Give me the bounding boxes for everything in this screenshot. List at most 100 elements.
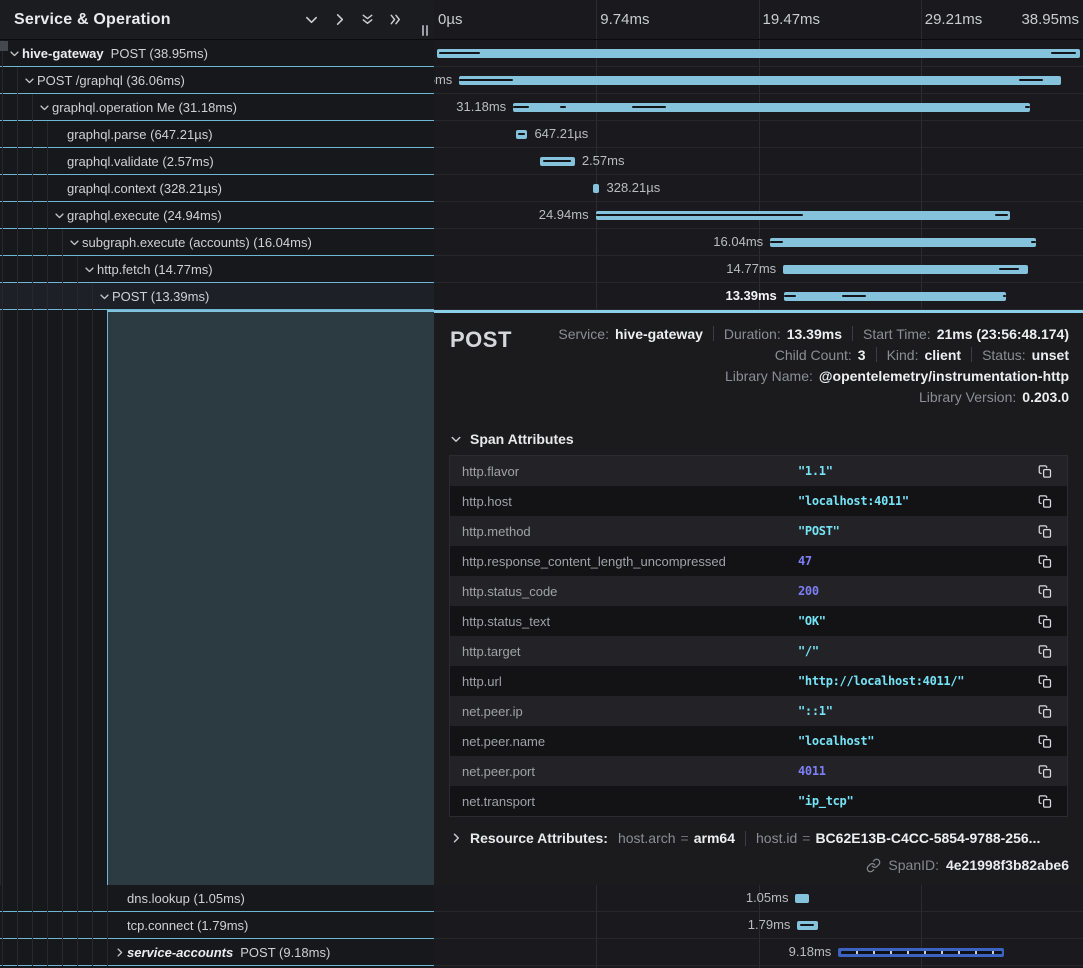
timeline-row[interactable]: 9.18ms xyxy=(434,939,1083,966)
attribute-row: http.target"/" xyxy=(450,636,1067,666)
timeline-row[interactable]: 1.79ms xyxy=(434,912,1083,939)
span-tree-row[interactable]: POST (13.39ms) xyxy=(0,283,434,310)
span-tree-row[interactable]: POST /graphql (36.06ms) xyxy=(0,67,434,94)
link-icon[interactable] xyxy=(866,858,881,873)
scroll-indicator[interactable] xyxy=(0,41,8,51)
collapse-one-button[interactable] xyxy=(300,9,322,31)
expander-down[interactable] xyxy=(36,102,52,113)
copy-value-button[interactable] xyxy=(1035,461,1055,481)
panel-resize-handle[interactable] xyxy=(422,25,428,36)
indent-guides xyxy=(0,202,51,229)
copy-value-button[interactable] xyxy=(1035,551,1055,571)
resource-equals: = xyxy=(681,830,689,846)
copy-value-button[interactable] xyxy=(1035,641,1055,661)
child-span-marker xyxy=(1031,241,1036,243)
span-tree-row[interactable]: graphql.validate (2.57ms) xyxy=(0,148,434,175)
span-duration-bar[interactable] xyxy=(513,103,1030,112)
timeline-row[interactable]: 13.39ms xyxy=(434,283,1083,310)
axis-tick: 19.47ms xyxy=(763,0,821,40)
span-attributes-toggle[interactable]: Span Attributes xyxy=(450,431,1067,447)
attribute-row: http.response_content_length_uncompresse… xyxy=(450,546,1067,576)
attribute-row: http.status_code200 xyxy=(450,576,1067,606)
timeline-row[interactable]: 2.57ms xyxy=(434,148,1083,175)
timeline-row[interactable]: 14.77ms xyxy=(434,256,1083,283)
expander-right[interactable] xyxy=(111,947,127,958)
attribute-key: http.flavor xyxy=(462,464,798,479)
span-duration-bar[interactable] xyxy=(596,211,1010,220)
meta-divider xyxy=(971,347,972,362)
span-tree-row[interactable]: subgraph.execute (accounts) (16.04ms) xyxy=(0,229,434,256)
expand-all-button[interactable] xyxy=(384,9,406,31)
copy-icon xyxy=(1038,554,1053,569)
operation-name: dns.lookup (1.05ms) xyxy=(127,891,245,906)
span-duration-bar[interactable] xyxy=(838,948,1004,957)
operation-name: subgraph.execute (accounts) (16.04ms) xyxy=(82,235,312,250)
copy-icon xyxy=(1038,494,1053,509)
span-duration-bar[interactable] xyxy=(783,265,1028,274)
resource-attributes-row[interactable]: Resource Attributes: host.arch=arm64host… xyxy=(450,830,1067,846)
span-duration-bar[interactable] xyxy=(797,921,817,930)
timeline-row[interactable]: 31.18ms xyxy=(434,94,1083,121)
span-duration-bar[interactable] xyxy=(593,184,599,193)
span-duration-bar[interactable] xyxy=(516,130,528,139)
copy-value-button[interactable] xyxy=(1035,521,1055,541)
copy-value-button[interactable] xyxy=(1035,701,1055,721)
span-duration-bar[interactable] xyxy=(437,49,1081,58)
span-meta-line: Library Name:@opentelemetry/instrumentat… xyxy=(558,365,1069,386)
expander-down[interactable] xyxy=(21,75,37,86)
expander-down[interactable] xyxy=(96,291,112,302)
span-tree-row[interactable]: graphql.operation Me (31.18ms) xyxy=(0,94,434,121)
resource-value: BC62E13B-C4CC-5854-9788-256... xyxy=(815,830,1040,846)
expander-down[interactable] xyxy=(51,210,67,221)
span-tree-row[interactable]: graphql.parse (647.21µs) xyxy=(0,121,434,148)
span-duration-bar[interactable] xyxy=(770,238,1036,247)
timeline-row[interactable]: 647.21µs xyxy=(434,121,1083,148)
meta-value: client xyxy=(924,347,961,363)
expander-down[interactable] xyxy=(66,237,82,248)
span-tree-row[interactable]: http.fetch (14.77ms) xyxy=(0,256,434,283)
timeline-row[interactable]: 328.21µs xyxy=(434,175,1083,202)
operation-name: POST /graphql (36.06ms) xyxy=(37,73,185,88)
copy-value-button[interactable] xyxy=(1035,671,1055,691)
span-duration-bar[interactable] xyxy=(540,157,574,166)
copy-icon xyxy=(1038,524,1053,539)
attribute-key: http.response_content_length_uncompresse… xyxy=(462,554,798,569)
timeline-row[interactable]: 38.95ms xyxy=(434,40,1083,67)
collapse-all-button[interactable] xyxy=(356,9,378,31)
timeline-row[interactable]: 36.06ms xyxy=(434,67,1083,94)
span-attributes-title: Span Attributes xyxy=(470,431,574,447)
copy-value-button[interactable] xyxy=(1035,761,1055,781)
span-duration-bar[interactable] xyxy=(795,894,809,903)
copy-value-button[interactable] xyxy=(1035,791,1055,811)
child-span-marker xyxy=(596,214,803,216)
timeline-row[interactable]: 24.94ms xyxy=(434,202,1083,229)
indent-guides xyxy=(0,310,107,885)
span-id-value: 4e21998f3b82abe6 xyxy=(946,857,1069,873)
span-tree-row[interactable]: graphql.context (328.21µs) xyxy=(0,175,434,202)
copy-value-button[interactable] xyxy=(1035,491,1055,511)
child-span-marker xyxy=(842,295,866,297)
span-tree-row[interactable]: hive-gatewayPOST (38.95ms) xyxy=(0,40,434,67)
copy-value-button[interactable] xyxy=(1035,731,1055,751)
copy-value-button[interactable] xyxy=(1035,611,1055,631)
span-meta-line: Child Count:3Kind:clientStatus:unset xyxy=(558,344,1069,365)
span-tree-row[interactable]: graphql.execute (24.94ms) xyxy=(0,202,434,229)
meta-value: hive-gateway xyxy=(615,326,703,342)
expander-down[interactable] xyxy=(81,264,97,275)
span-tree-row[interactable]: service-accountsPOST (9.18ms) xyxy=(0,939,434,966)
copy-value-button[interactable] xyxy=(1035,581,1055,601)
child-span-marker xyxy=(784,295,796,297)
span-duration-bar[interactable] xyxy=(459,76,1061,85)
span-tree-row[interactable]: dns.lookup (1.05ms) xyxy=(0,885,434,912)
child-span-marker xyxy=(1003,295,1006,297)
copy-icon xyxy=(1038,764,1053,779)
expand-one-button[interactable] xyxy=(328,9,350,31)
chevron-down-icon xyxy=(99,291,110,302)
span-tree-row[interactable]: tcp.connect (1.79ms) xyxy=(0,912,434,939)
timeline-row[interactable]: 1.05ms xyxy=(434,885,1083,912)
expander-down[interactable] xyxy=(6,48,22,59)
timeline-row[interactable]: 16.04ms xyxy=(434,229,1083,256)
span-duration-bar[interactable] xyxy=(784,292,1007,301)
attribute-key: net.peer.port xyxy=(462,764,798,779)
duration-label: 2.57ms xyxy=(582,148,625,174)
